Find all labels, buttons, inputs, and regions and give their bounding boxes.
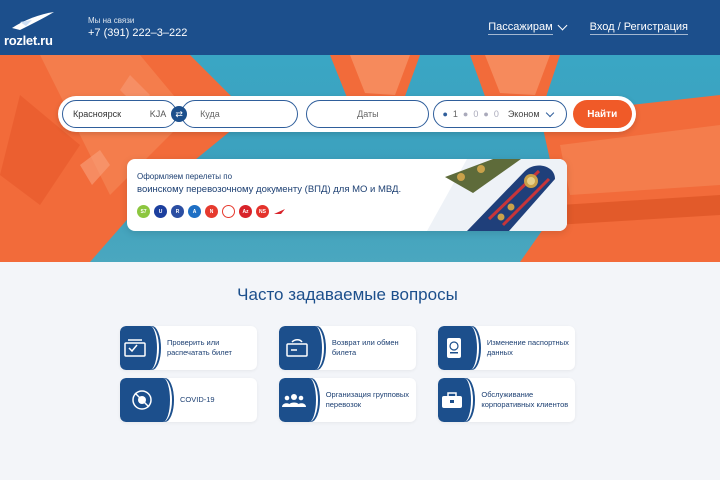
faq-card-covid[interactable]: COVID-19 <box>120 378 257 422</box>
chevron-down-icon <box>557 20 568 31</box>
banner-subtitle: Оформляем перелеты по <box>137 172 233 181</box>
destination-placeholder: Куда <box>200 109 220 119</box>
infant-icon: ● <box>483 109 489 119</box>
rossiya-airline-icon: R <box>171 205 184 218</box>
swap-arrows-icon: ⇄ <box>175 108 183 119</box>
flight-search-bar: Красноярск KJA ⇄ Куда Даты ● 1 ● 0 ● 0 Э… <box>58 96 636 132</box>
site-header: rozlet.ru Мы на связи +7 (391) 222–3–222… <box>0 0 720 55</box>
adults-count: 1 <box>452 109 458 119</box>
origin-field[interactable]: Красноярск KJA <box>62 100 178 128</box>
contact-label: Мы на связи <box>88 16 135 25</box>
dates-placeholder: Даты <box>357 109 379 119</box>
children-count: 0 <box>473 109 479 119</box>
ural-airline-icon: U <box>154 205 167 218</box>
origin-city: Красноярск <box>73 109 122 119</box>
faq-card-label: COVID-19 <box>180 394 215 404</box>
epaulette-image <box>427 159 567 231</box>
faq-card-passport[interactable]: Изменение паспортных данных <box>438 326 575 370</box>
faq-card-label: Обслуживание корпоративных клиентов <box>481 389 569 409</box>
banner-title: воинскому перевозочному документу (ВПД) … <box>137 184 402 195</box>
destination-field[interactable]: Куда <box>181 100 299 128</box>
aeroflot-airline-icon: A <box>188 205 201 218</box>
contact-block: Мы на связи +7 (391) 222–3–222 <box>88 16 187 39</box>
phone-number[interactable]: +7 (391) 222–3–222 <box>88 27 187 39</box>
chevron-down-icon <box>545 108 554 117</box>
nordstar-airline-icon: NS <box>256 205 269 218</box>
nav-passengers[interactable]: Пассажирам <box>488 20 568 35</box>
faq-card-label: Организация групповых перевозок <box>325 389 410 409</box>
nav-passengers-label: Пассажирам <box>488 20 553 35</box>
nav-login[interactable]: Вход / Регистрация <box>589 20 688 35</box>
faq-title: Часто задаваемые вопросы <box>237 285 458 304</box>
adult-icon: ● <box>442 109 448 119</box>
airline-logos: S7 U R A N Az NS <box>137 205 286 218</box>
faq-card-corporate[interactable]: Обслуживание корпоративных клиентов <box>438 378 575 422</box>
ticket-return-icon <box>279 326 324 370</box>
faq-card-label: Изменение паспортных данных <box>486 337 569 357</box>
faq-card-label: Проверить или распечатать билет <box>166 337 232 357</box>
logo-text: rozlet.ru <box>4 32 53 48</box>
faq-card-groups[interactable]: Организация групповых перевозок <box>279 378 416 422</box>
logo-plane-icon <box>12 11 54 30</box>
origin-code: KJA <box>149 109 167 119</box>
redwings-airline-icon <box>273 205 286 218</box>
passport-icon <box>438 326 479 370</box>
faq-card-label: Возврат или обмен билета <box>331 337 399 357</box>
child-icon: ● <box>462 109 469 119</box>
swap-direction-button[interactable]: ⇄ <box>171 106 188 122</box>
virus-icon <box>120 378 172 422</box>
nordwind-airline-icon: N <box>205 205 218 218</box>
dates-field[interactable]: Даты <box>306 100 430 128</box>
pobeda-airline-icon <box>222 205 235 218</box>
infants-count: 0 <box>493 109 499 119</box>
ticket-check-icon <box>120 326 159 370</box>
briefcase-icon <box>438 378 474 422</box>
passengers-class-selector[interactable]: ● 1 ● 0 ● 0 Эконом <box>433 100 567 128</box>
search-button[interactable]: Найти <box>572 100 632 128</box>
faq-card-check-ticket[interactable]: Проверить или распечатать билет <box>120 326 257 370</box>
nav-login-label: Вход / Регистрация <box>589 20 688 35</box>
travel-class: Эконом <box>507 109 540 119</box>
s7-airline-icon: S7 <box>137 205 150 218</box>
logo[interactable]: rozlet.ru <box>4 8 68 48</box>
group-icon <box>279 378 318 422</box>
military-travel-banner[interactable]: Оформляем перелеты по воинскому перевозо… <box>127 159 567 231</box>
header-nav: Пассажирам Вход / Регистрация <box>488 21 688 35</box>
azimuth-airline-icon: Az <box>239 205 252 218</box>
faq-card-refund[interactable]: Возврат или обмен билета <box>279 326 416 370</box>
